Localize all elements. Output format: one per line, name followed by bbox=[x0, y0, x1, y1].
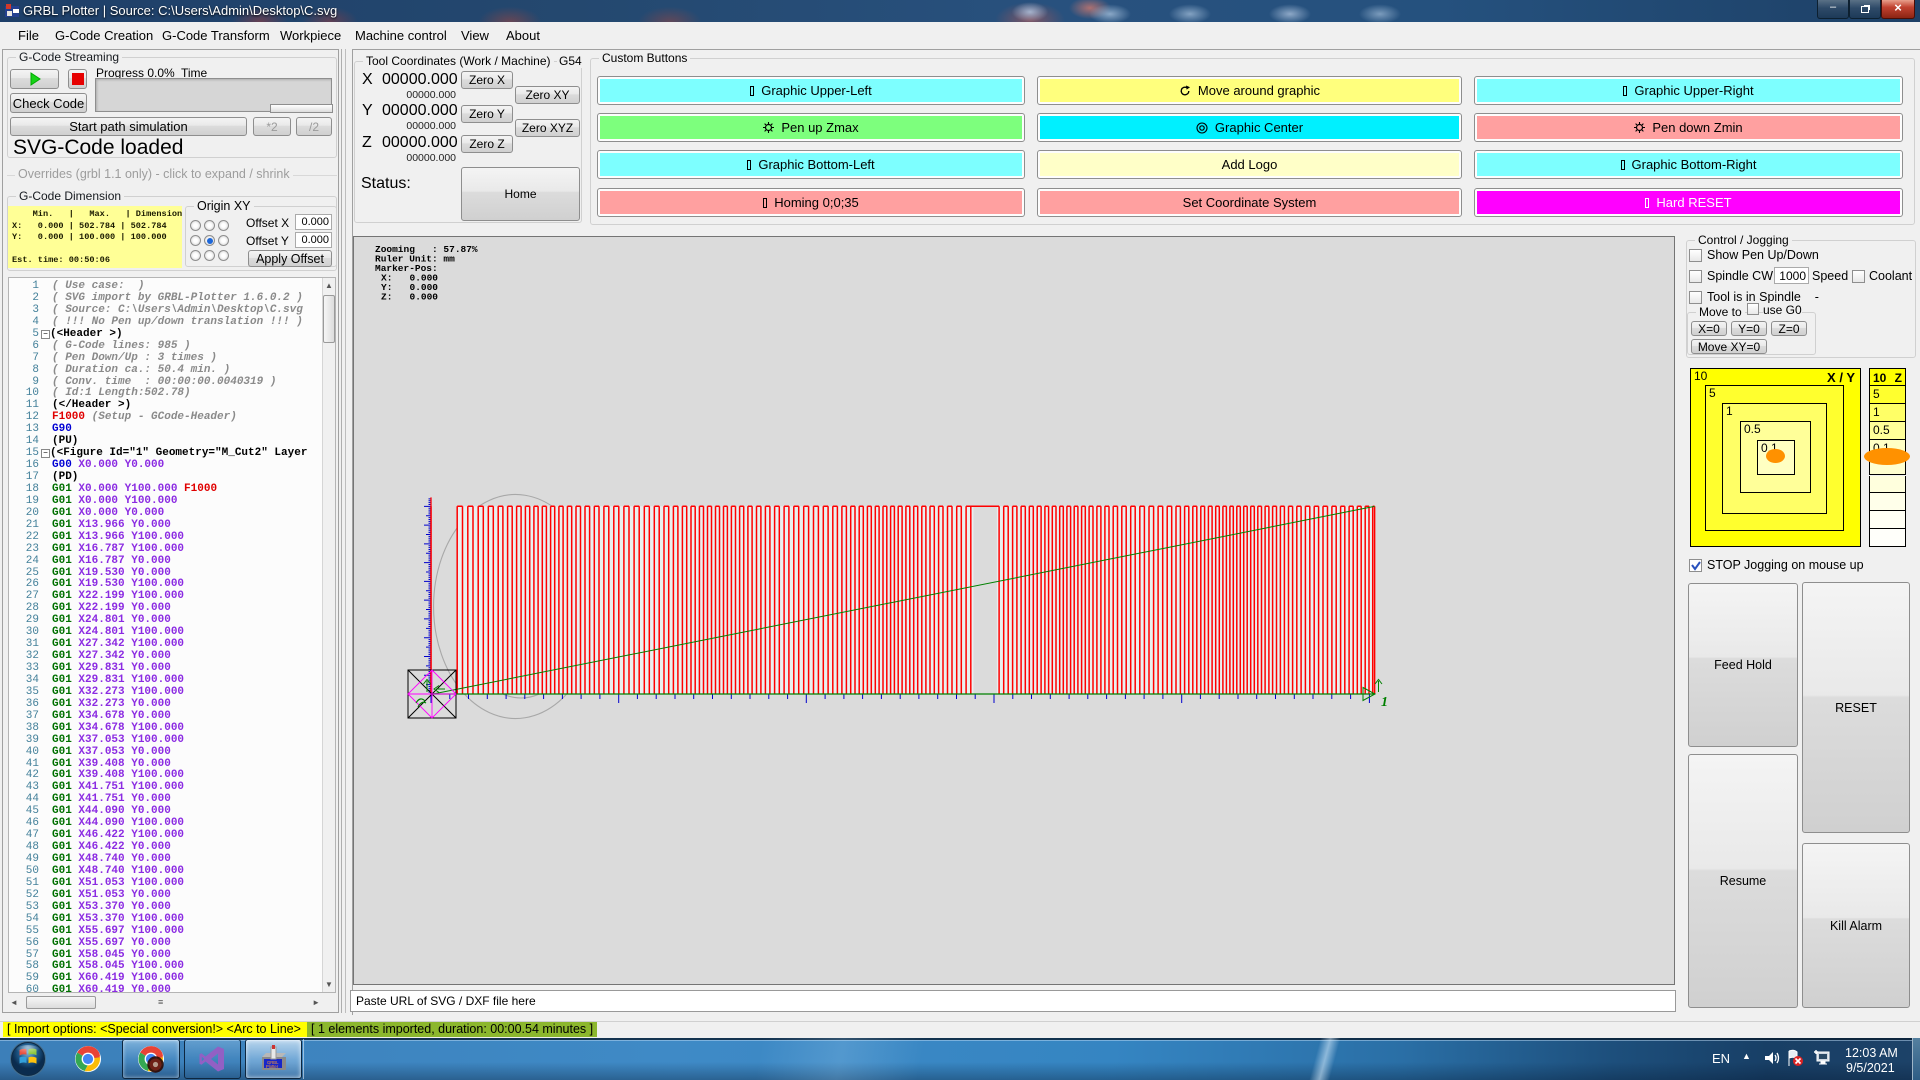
svg-text:1: 1 bbox=[1381, 695, 1388, 710]
svg-text:Z: 0.000: Z: 0.000 bbox=[381, 292, 438, 303]
svg-text:Plotter: Plotter bbox=[266, 1064, 279, 1069]
